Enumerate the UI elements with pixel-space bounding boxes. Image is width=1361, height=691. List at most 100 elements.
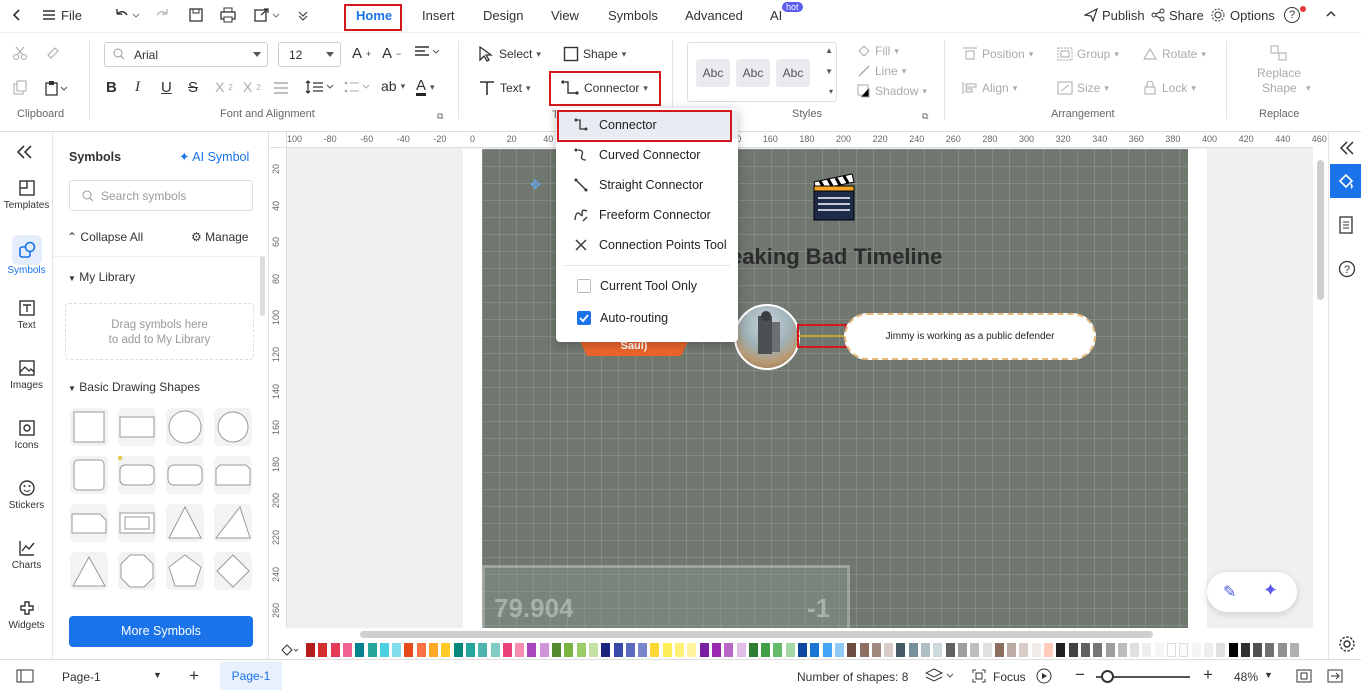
color-swatch[interactable] (1093, 643, 1103, 657)
nav-icons[interactable]: Icons (0, 419, 53, 451)
basic-shapes-header[interactable]: ▼ Basic Drawing Shapes (68, 380, 200, 394)
color-swatch[interactable] (798, 643, 807, 657)
shape-octagon[interactable] (118, 552, 156, 590)
color-swatch[interactable] (982, 643, 992, 657)
shape-tool[interactable]: Shape ▾ (563, 46, 626, 62)
print-icon[interactable] (219, 7, 237, 23)
color-swatch[interactable] (576, 643, 586, 657)
style-sample-2[interactable]: Abc (736, 59, 770, 87)
color-swatch[interactable] (453, 643, 463, 657)
replace-shape-label-2[interactable]: Shape (1262, 81, 1297, 95)
color-swatch[interactable] (490, 643, 500, 657)
color-swatch[interactable] (650, 643, 660, 657)
nav-text[interactable]: Text (0, 299, 53, 331)
color-swatch[interactable] (1019, 643, 1029, 657)
color-swatch[interactable] (465, 643, 475, 657)
scroll-down-icon[interactable]: ▼ (825, 67, 833, 76)
color-swatch[interactable] (638, 643, 648, 657)
color-swatch[interactable] (847, 643, 857, 657)
undo-icon[interactable] (113, 7, 141, 23)
select-tool[interactable]: Select ▾ (477, 46, 541, 62)
nav-widgets[interactable]: Widgets (0, 599, 53, 631)
zoom-out-button[interactable]: − (1075, 665, 1085, 685)
format-paint-icon[interactable] (1330, 164, 1361, 198)
color-swatch[interactable] (515, 643, 525, 657)
shadow-button[interactable]: Shadow ▾ (857, 84, 927, 98)
lock-button[interactable]: Lock ▾ (1142, 81, 1196, 95)
color-swatch[interactable] (588, 643, 598, 657)
color-swatch[interactable] (1216, 643, 1226, 657)
shape-circle[interactable] (166, 408, 204, 446)
page-properties-icon[interactable] (1338, 216, 1354, 234)
color-swatch[interactable] (970, 643, 980, 657)
color-swatch[interactable] (1080, 643, 1090, 657)
color-swatch[interactable] (1007, 643, 1017, 657)
fit-page-icon[interactable] (1296, 669, 1312, 683)
collapse-all-button[interactable]: ⌃ Collapse All (67, 230, 143, 244)
color-swatch[interactable] (871, 643, 881, 657)
color-swatch[interactable] (761, 643, 771, 657)
clapperboard-icon[interactable] (812, 172, 858, 222)
color-swatch[interactable] (367, 643, 377, 657)
options-button[interactable]: Options (1230, 8, 1275, 23)
color-swatch[interactable] (1228, 643, 1238, 657)
format-painter-icon[interactable] (45, 45, 61, 61)
color-swatch[interactable] (601, 643, 611, 657)
color-swatch[interactable] (1290, 643, 1299, 657)
color-swatch[interactable] (539, 643, 549, 657)
nav-symbols[interactable]: Symbols (0, 235, 53, 276)
export-icon[interactable] (253, 7, 281, 23)
shape-diamond[interactable] (214, 552, 252, 590)
chevron-down-icon[interactable]: ▾ (1306, 83, 1311, 94)
menu-item-freeform-connector[interactable]: Freeform Connector (556, 201, 738, 229)
color-swatch[interactable] (859, 643, 869, 657)
align-icon[interactable] (414, 45, 442, 59)
size-button[interactable]: Size ▾ (1057, 81, 1109, 95)
nav-stickers[interactable]: Stickers (0, 479, 53, 511)
color-swatch[interactable] (306, 643, 315, 657)
align-button[interactable]: Align ▾ (962, 81, 1017, 95)
text-direction-icon[interactable] (272, 81, 290, 95)
vertical-scrollbar-track[interactable] (1313, 148, 1328, 628)
color-swatch[interactable] (724, 643, 734, 657)
ai-sparkle-icon[interactable]: ✦ (1263, 580, 1278, 601)
color-swatch[interactable] (1056, 643, 1066, 657)
event-photo[interactable] (734, 304, 800, 370)
page-layout-icon[interactable] (16, 669, 34, 683)
shape-rectangle[interactable] (118, 408, 156, 446)
color-swatch[interactable] (994, 643, 1004, 657)
fill-bucket-icon[interactable] (280, 643, 300, 657)
color-swatch[interactable] (711, 643, 721, 657)
font-dialog-launcher-icon[interactable]: ⧉ (437, 111, 443, 122)
manage-button[interactable]: ⚙ Manage (191, 230, 248, 244)
line-spacing-icon[interactable] (305, 80, 335, 94)
help-icon[interactable]: ? (1338, 260, 1356, 278)
more-icon[interactable] (297, 7, 309, 23)
color-swatch[interactable] (687, 643, 697, 657)
bold-icon[interactable]: B (106, 79, 117, 96)
ai-symbol-button[interactable]: ✦ AI Symbol (179, 149, 249, 164)
layers-icon[interactable] (925, 668, 955, 684)
shape-snip-rectangle[interactable] (70, 504, 108, 542)
color-swatch[interactable] (957, 643, 967, 657)
color-swatch[interactable] (822, 643, 832, 657)
color-swatch[interactable] (527, 643, 537, 657)
shape-right-triangle[interactable] (214, 504, 252, 542)
tab-view[interactable]: View (551, 8, 579, 23)
checked-checkbox-icon[interactable] (577, 311, 591, 325)
color-swatch[interactable] (736, 643, 746, 657)
color-swatch[interactable] (1253, 643, 1263, 657)
color-swatch[interactable] (1265, 643, 1275, 657)
collapse-panel-icon[interactable] (16, 144, 34, 160)
color-swatch[interactable] (1240, 643, 1250, 657)
color-swatch[interactable] (1044, 643, 1053, 657)
color-swatch[interactable] (1130, 643, 1140, 657)
my-library-header[interactable]: ▼ My Library (68, 270, 135, 284)
color-swatch[interactable] (699, 643, 709, 657)
style-sample-1[interactable]: Abc (696, 59, 730, 87)
copy-icon[interactable] (12, 80, 28, 96)
search-symbols-input[interactable]: Search symbols (69, 180, 253, 211)
color-swatch[interactable] (908, 643, 918, 657)
color-swatch[interactable] (662, 643, 672, 657)
superscript-icon[interactable]: X2 (215, 79, 233, 95)
